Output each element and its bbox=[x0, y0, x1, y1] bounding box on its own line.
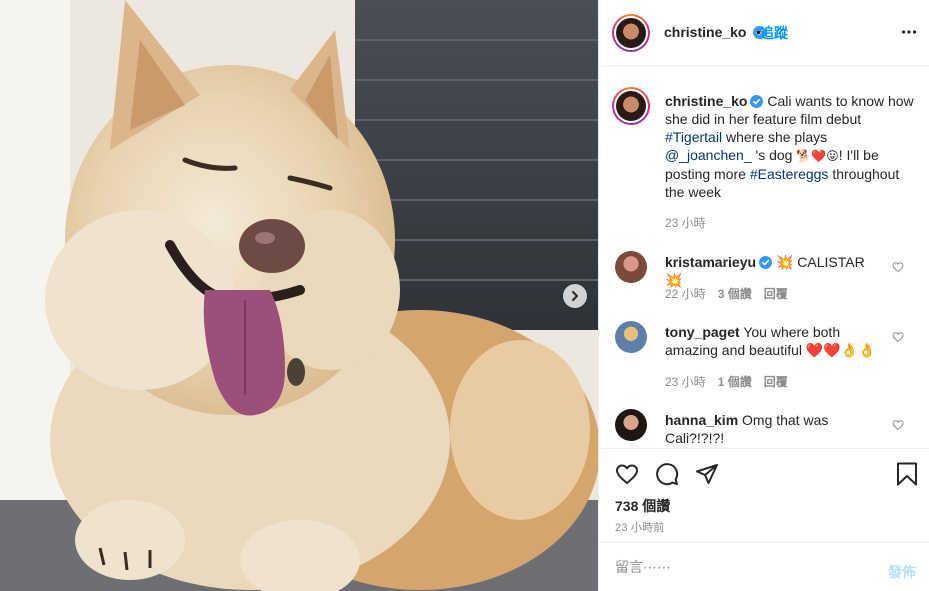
comment-likes[interactable]: 1 個讚 bbox=[718, 375, 752, 389]
reply-button[interactable]: 回覆 bbox=[764, 375, 788, 389]
post-timestamp[interactable]: 23 小時前 bbox=[615, 519, 665, 535]
share-icon[interactable] bbox=[695, 462, 719, 486]
comment-likes[interactable]: 3 個讚 bbox=[718, 287, 752, 301]
heart-icon[interactable] bbox=[615, 462, 639, 486]
comment-time: 23 小時 bbox=[665, 375, 706, 389]
reply-button[interactable]: 回覆 bbox=[764, 287, 788, 301]
heart-icon[interactable] bbox=[892, 331, 904, 343]
chevron-right-icon bbox=[572, 291, 578, 301]
add-comment-bar: 發佈 bbox=[599, 542, 929, 591]
likes-count[interactable]: 738 個讚 bbox=[615, 496, 670, 516]
follow-button[interactable]: 追蹤 bbox=[760, 23, 788, 43]
author-avatar[interactable] bbox=[612, 14, 650, 52]
post-comment-button[interactable]: 發佈 bbox=[888, 562, 916, 582]
post-header: christine_ko • 追蹤 bbox=[599, 0, 929, 66]
comment-time: 22 小時 bbox=[665, 287, 706, 301]
hashtag-link[interactable]: #Eastereggs bbox=[750, 166, 829, 182]
caption-author-avatar[interactable] bbox=[612, 87, 650, 125]
post-actions: 738 個讚 23 小時前 bbox=[599, 448, 929, 542]
commenter-username[interactable]: tony_paget bbox=[665, 324, 740, 340]
caption-timestamp[interactable]: 23 小時 bbox=[665, 214, 706, 231]
author-username[interactable]: christine_ko bbox=[664, 24, 746, 40]
commenter-avatar[interactable] bbox=[615, 321, 647, 353]
verified-badge-icon bbox=[759, 256, 773, 269]
caption-username[interactable]: christine_ko bbox=[665, 93, 747, 109]
caption-emoji: 🐕❤️😛 bbox=[796, 149, 839, 163]
heart-icon[interactable] bbox=[892, 261, 904, 273]
verified-badge-icon bbox=[750, 95, 764, 108]
comment-icon[interactable] bbox=[655, 462, 679, 486]
commenter-username[interactable]: kristamarieyu bbox=[665, 254, 756, 270]
mention-link[interactable]: @_joanchen_ bbox=[665, 147, 752, 163]
next-image-button[interactable] bbox=[563, 284, 587, 308]
commenter-avatar[interactable] bbox=[615, 251, 647, 283]
commenter-avatar[interactable] bbox=[615, 409, 647, 441]
comments-list[interactable]: christine_ko Cali wants to know how she … bbox=[599, 67, 929, 447]
comment-input[interactable] bbox=[615, 555, 865, 579]
more-options-icon[interactable] bbox=[901, 24, 917, 40]
post-caption: christine_ko Cali wants to know how she … bbox=[665, 93, 914, 200]
hashtag-link[interactable]: #Tigertail bbox=[665, 129, 722, 145]
commenter-username[interactable]: hanna_kim bbox=[665, 412, 738, 428]
post-details-panel: christine_ko • 追蹤 christine_ko Cali want… bbox=[598, 0, 929, 591]
bookmark-icon[interactable] bbox=[896, 462, 918, 486]
heart-icon[interactable] bbox=[892, 419, 904, 431]
post-image bbox=[0, 0, 598, 591]
